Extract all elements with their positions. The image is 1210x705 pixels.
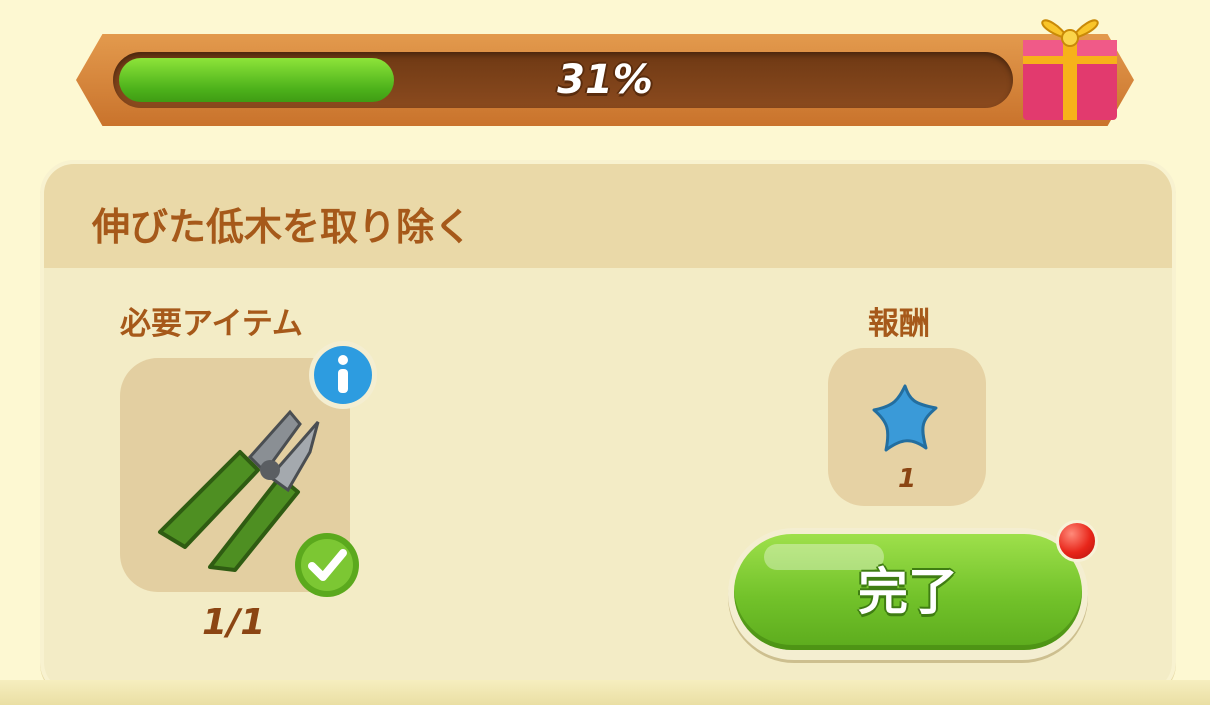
- gift-box-icon[interactable]: [1015, 0, 1125, 122]
- notification-dot: [1056, 520, 1098, 562]
- game-screen: 31% 伸びた低木を取り除く 必要アイテム 1/1 報酬 1 完了: [0, 0, 1210, 705]
- task-title: 伸びた低木を取り除く: [92, 205, 473, 249]
- complete-button-face: 完了: [734, 534, 1082, 650]
- reward-count: 1: [897, 464, 917, 494]
- reward-slot: 1: [828, 348, 986, 506]
- required-items-label: 必要アイテム: [120, 306, 303, 342]
- complete-button-label: 完了: [858, 563, 958, 621]
- task-panel: 伸びた低木を取り除く 必要アイテム 1/1 報酬 1 完了: [40, 160, 1176, 696]
- check-icon: [295, 533, 359, 597]
- blue-star-icon: [872, 384, 938, 452]
- progress-bar-fill: [119, 58, 394, 102]
- bottom-strip: [0, 680, 1210, 705]
- progress-percent: 31%: [557, 57, 653, 103]
- required-item-count: 1/1: [202, 602, 266, 643]
- task-header: 伸びた低木を取り除く: [44, 164, 1172, 268]
- reward-label: 報酬: [868, 306, 930, 342]
- complete-button[interactable]: 完了: [728, 528, 1088, 660]
- info-icon[interactable]: [306, 338, 380, 412]
